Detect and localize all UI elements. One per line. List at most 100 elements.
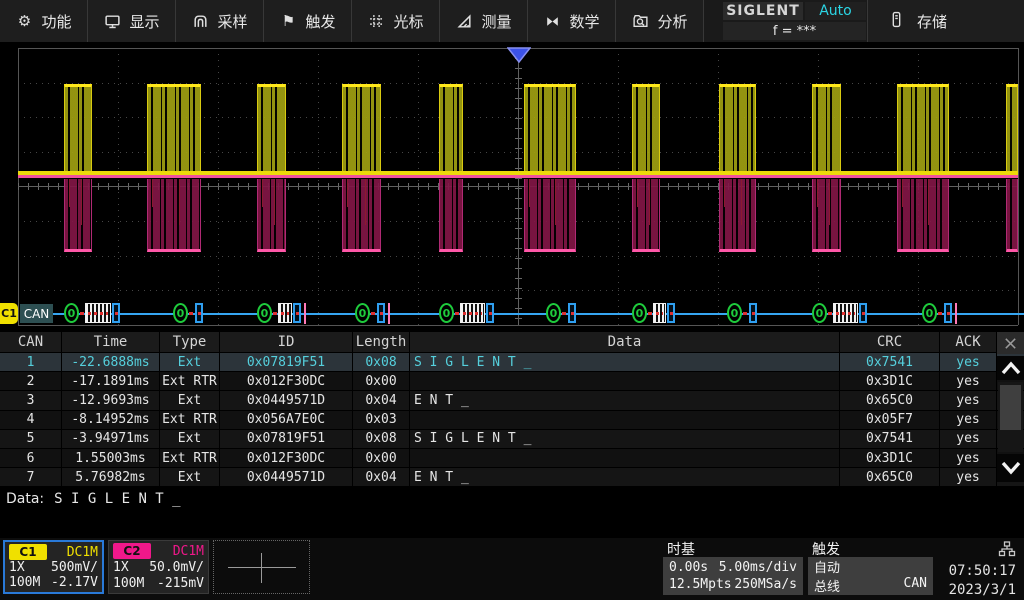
c2-spike [529,179,530,207]
menu-item-storage[interactable]: 存储 [868,0,1024,42]
menu-item-math[interactable]: 数学 [528,0,616,42]
can-frame-rtr[interactable]: 0 [922,302,957,324]
column-header: Data [410,332,840,352]
c1-baseline [18,171,1018,175]
c2-spike [902,179,903,207]
menu-item-display[interactable]: 显示 [88,0,176,42]
c1-burst [524,84,576,172]
menu-item-function[interactable]: ⚙ 功能 [0,0,88,42]
c1-bandwidth: 100M [9,575,40,590]
can-bus-label[interactable]: CAN [20,304,53,323]
trigger-position-marker[interactable] [507,47,531,63]
column-header: CRC [840,332,940,352]
c2-spike [262,179,263,207]
menu-item-label: 分析 [657,11,687,32]
system-date: 2023/3/1 [940,581,1016,600]
can-frame-rtr[interactable]: 0 [355,302,390,324]
table-cell: Ext RTR [160,449,220,467]
frame-end-marker [304,303,306,324]
menu-item-analysis[interactable]: 分析 [616,0,704,42]
table-cell: 0x03 [353,411,410,429]
decode-table: CAN Time Type ID Length Data CRC ACK 1-2… [0,332,1024,486]
menu-item-sampling[interactable]: 采样 [176,0,264,42]
c1-burst [719,84,756,172]
table-cell: 0x3D1C [840,372,940,390]
can-frame-rtr[interactable]: 0 [173,302,203,324]
table-row[interactable]: 1-22.6888msExt0x07819F510x08S I G L E N … [0,352,1024,371]
c2-spike [152,179,153,207]
table-cell: yes [940,468,997,486]
table-row[interactable]: 2-17.1891msExt RTR0x012F30DC0x000x3D1Cye… [0,371,1024,390]
can-frame-data[interactable]: 0 [439,302,494,324]
table-row[interactable]: 3-12.9693msExt0x0449571D0x04E N T _0x65C… [0,390,1024,409]
can-frame-data[interactable]: 0 [632,302,675,324]
menu-item-label: 数学 [569,11,599,32]
frame-id-marker: 0 [632,303,647,323]
scroll-down-button[interactable] [997,454,1024,482]
waveform-display[interactable]: C1 CAN 0 0 0 0 0 0 0 0 0 0 [0,42,1024,332]
table-row[interactable]: 61.55003msExt RTR0x012F30DC0x000x3D1Cyes [0,448,1024,467]
table-cell: Ext [160,353,220,371]
c2-spike [928,179,929,225]
frame-end-marker [955,303,957,324]
table-cell: 0x0449571D [220,468,353,486]
c1-burst [257,84,286,172]
c2-burst [1006,179,1018,252]
trigger-frequency-readout: f = *** [723,22,866,40]
menu-item-trigger[interactable]: ⚑ 触发 [264,0,352,42]
can-frame-data[interactable]: 0 [812,302,867,324]
can-frame-data[interactable]: 0 [64,302,120,324]
c1-burst [439,84,463,172]
table-cell: 0x00 [353,372,410,390]
table-row[interactable]: 5-3.94971msExt0x07819F510x08S I G L E N … [0,429,1024,448]
table-cell: S I G L E N T _ [410,353,840,371]
trigger-sweep-mode: 自动 [814,557,840,576]
table-cell: yes [940,430,997,448]
c1-burst [1006,84,1018,172]
c2-burst [524,179,576,252]
frame-id-marker: 0 [727,303,742,323]
table-cell [410,449,840,467]
display-icon [103,12,121,30]
c2-badge: C2 [113,543,151,559]
trigger-source: 总线 [814,576,840,595]
menu-item-cursor[interactable]: 光标 [352,0,440,42]
table-cell: 0x056A7E0C [220,411,353,429]
table-cell: yes [940,353,997,371]
scrollbar-thumb[interactable] [1000,385,1021,430]
menu-item-measure[interactable]: 测量 [440,0,528,42]
data-readout-line: Data: S I G L E N T _ [0,487,1024,511]
can-frame-rtr[interactable]: 0 [727,302,757,324]
channel-box-c1[interactable]: C1 DC1M 1X 500mV/ 100M -2.17V [3,540,104,594]
analysis-icon [631,12,649,30]
close-table-button[interactable] [997,332,1024,354]
frame-ack-block [112,303,120,323]
gear-icon: ⚙ [15,12,33,30]
table-row[interactable]: 4-8.14952msExt RTR0x056A7E0C0x030x05F7ye… [0,410,1024,429]
frame-end-marker [388,303,390,324]
table-cell: 5.76982ms [62,468,160,486]
table-row[interactable]: 75.76982msExt0x0449571D0x04E N T _0x65C0… [0,467,1024,486]
c1-channel-marker[interactable]: C1 [0,303,18,324]
menu-item-label: 存储 [917,11,947,32]
c2-spike [829,179,830,225]
c2-burst [897,179,949,252]
table-cell: 0x012F30DC [220,449,353,467]
table-cell: -17.1891ms [62,372,160,390]
trigger-panel[interactable]: 触发 自动 总线 CAN [808,539,933,595]
c2-spike [274,179,275,225]
can-frame-rtr[interactable]: 0 [546,302,576,324]
table-cell: Ext [160,391,220,409]
scroll-up-button[interactable] [997,356,1024,380]
c1-burst [342,84,381,172]
channel-box-c2[interactable]: C2 DC1M 1X 50.0mV/ 100M -215mV [108,540,209,594]
c2-burst [439,179,463,252]
add-channel-box[interactable] [213,540,310,594]
can-frame-data[interactable]: 0 [257,302,306,324]
c2-spike [365,179,366,225]
timebase-scale: 5.00ms/div [719,560,797,575]
table-scrollbar[interactable] [998,382,1023,452]
timebase-panel[interactable]: 时基 0.00s 5.00ms/div 12.5Mpts 250MSa/s [663,539,803,595]
table-cell: 0x65C0 [840,468,940,486]
table-cell: yes [940,391,997,409]
